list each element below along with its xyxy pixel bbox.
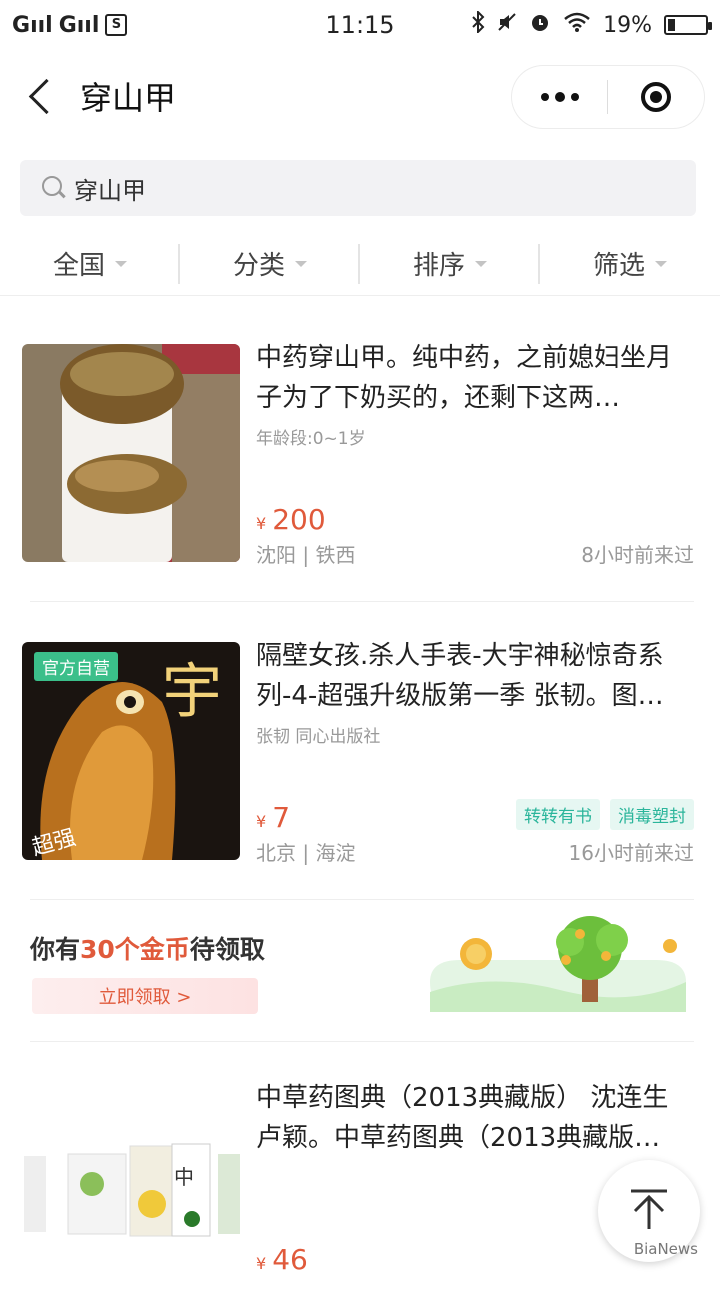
- filter-region[interactable]: 全国: [0, 232, 180, 295]
- currency-symbol: ¥: [256, 1254, 267, 1273]
- coins-amount: 30个金币: [80, 935, 190, 964]
- filter-bar: 全国 分类 排序 筛选: [0, 232, 720, 296]
- page-title: 穿山甲: [80, 79, 177, 117]
- battery-percent: 19%: [603, 12, 652, 38]
- coins-suffix: 待领取: [189, 935, 265, 964]
- item-image: [22, 344, 240, 562]
- currency-symbol: ¥: [256, 514, 267, 533]
- item-location: 沈阳 | 铁西: [256, 543, 356, 567]
- list-divider: [30, 1041, 694, 1042]
- caret-down-icon: [115, 260, 127, 267]
- coins-message: 你有30个金币待领取: [30, 930, 265, 966]
- tag-book: 转转有书: [516, 799, 600, 830]
- price-value: 200: [272, 503, 326, 536]
- svg-text:宇: 宇: [162, 657, 222, 727]
- item-subtitle: 年龄段:0~1岁: [256, 429, 366, 449]
- item-price: ¥7: [256, 801, 290, 834]
- svg-text:中: 中: [174, 1165, 194, 1189]
- filter-label: 筛选: [592, 251, 645, 281]
- battery-icon: [664, 15, 712, 35]
- wifi-icon: [563, 12, 591, 38]
- price-value: 7: [272, 801, 291, 834]
- item-info: 隔壁女孩.杀人手表-大宇神秘惊奇系列-4-超强升级版第一季 张韧。图… 张韧 同…: [256, 641, 694, 865]
- status-right: 19%: [471, 9, 712, 39]
- status-left: Gııl Gııl S: [12, 12, 128, 38]
- item-subtitle: 张韧 同心出版社: [256, 727, 381, 747]
- mute-icon: [497, 12, 517, 38]
- item-tags: 转转有书 消毒塑封: [516, 799, 694, 830]
- currency-symbol: ¥: [256, 812, 267, 831]
- watermark: BiaNews: [633, 1240, 698, 1258]
- item-info: 中药穿山甲。纯中药，之前媳妇坐月子为了下奶买的，还剩下这两… 年龄段:0~1岁 …: [256, 343, 694, 567]
- item-image: 中: [22, 1084, 240, 1302]
- coins-banner[interactable]: 你有30个金币待领取 立即领取 >: [0, 900, 720, 1040]
- item-location: 北京 | 海淀: [256, 841, 356, 865]
- list-item[interactable]: 宇 超强 官方自营 隔壁女孩.杀人手表-大宇神秘惊奇系列-4-超强升级版第一季 …: [22, 641, 694, 865]
- item-price: ¥46: [256, 1243, 308, 1276]
- item-last-seen: 8小时前来过: [581, 543, 694, 567]
- filter-label: 全国: [52, 251, 105, 281]
- caret-down-icon: [475, 260, 487, 267]
- search-input[interactable]: 穿山甲: [20, 160, 696, 216]
- item-price: ¥200: [256, 503, 326, 536]
- alarm-icon: [529, 11, 551, 39]
- item-last-seen: 16小时前来过: [568, 841, 694, 865]
- item-image: 宇 超强 官方自营: [22, 642, 240, 860]
- item-title: 中草药图典（2013典藏版） 沈连生 卢颖。中草药图典（2013典藏版…: [256, 1083, 669, 1153]
- nav-bar: 穿山甲: [0, 50, 720, 142]
- miniprogram-capsule: [512, 66, 704, 128]
- bluetooth-icon: [471, 9, 485, 39]
- caret-down-icon: [295, 260, 307, 267]
- back-icon[interactable]: [16, 66, 76, 126]
- status-bar: Gııl Gııl S 11:15 19%: [0, 0, 720, 50]
- caret-down-icon: [655, 260, 667, 267]
- s-badge-icon: S: [105, 14, 128, 36]
- filter-screen[interactable]: 筛选: [540, 232, 720, 295]
- filter-sort[interactable]: 排序: [360, 232, 540, 295]
- tag-sterilized: 消毒塑封: [610, 799, 694, 830]
- signal-icon: Gııl: [12, 12, 53, 38]
- signal-icon-2: Gııl: [58, 12, 100, 38]
- item-title: 隔壁女孩.杀人手表-大宇神秘惊奇系列-4-超强升级版第一季 张韧。图…: [256, 641, 664, 711]
- item-title: 中药穿山甲。纯中药，之前媳妇坐月子为了下奶买的，还剩下这两…: [256, 343, 673, 413]
- claim-button[interactable]: 立即领取 >: [32, 978, 258, 1014]
- price-value: 46: [272, 1243, 308, 1276]
- arrow-up-icon: [627, 1187, 671, 1235]
- list-item[interactable]: 中 中草药图典（2013典藏版） 沈连生 卢颖。中草药图典（2013典藏版… ¥…: [22, 1083, 692, 1302]
- filter-label: 分类: [232, 251, 285, 281]
- list-item[interactable]: 中药穿山甲。纯中药，之前媳妇坐月子为了下奶买的，还剩下这两… 年龄段:0~1岁 …: [22, 343, 694, 567]
- filter-category[interactable]: 分类: [180, 232, 360, 295]
- coins-prefix: 你有: [30, 935, 81, 964]
- more-icon[interactable]: [512, 66, 607, 128]
- money-tree-icon: [430, 912, 686, 1012]
- list-divider: [30, 601, 694, 602]
- search-icon: [42, 176, 66, 200]
- search-value: 穿山甲: [74, 176, 146, 205]
- official-badge: 官方自营: [34, 652, 118, 681]
- close-miniprogram-icon[interactable]: [608, 66, 703, 128]
- filter-label: 排序: [412, 251, 465, 281]
